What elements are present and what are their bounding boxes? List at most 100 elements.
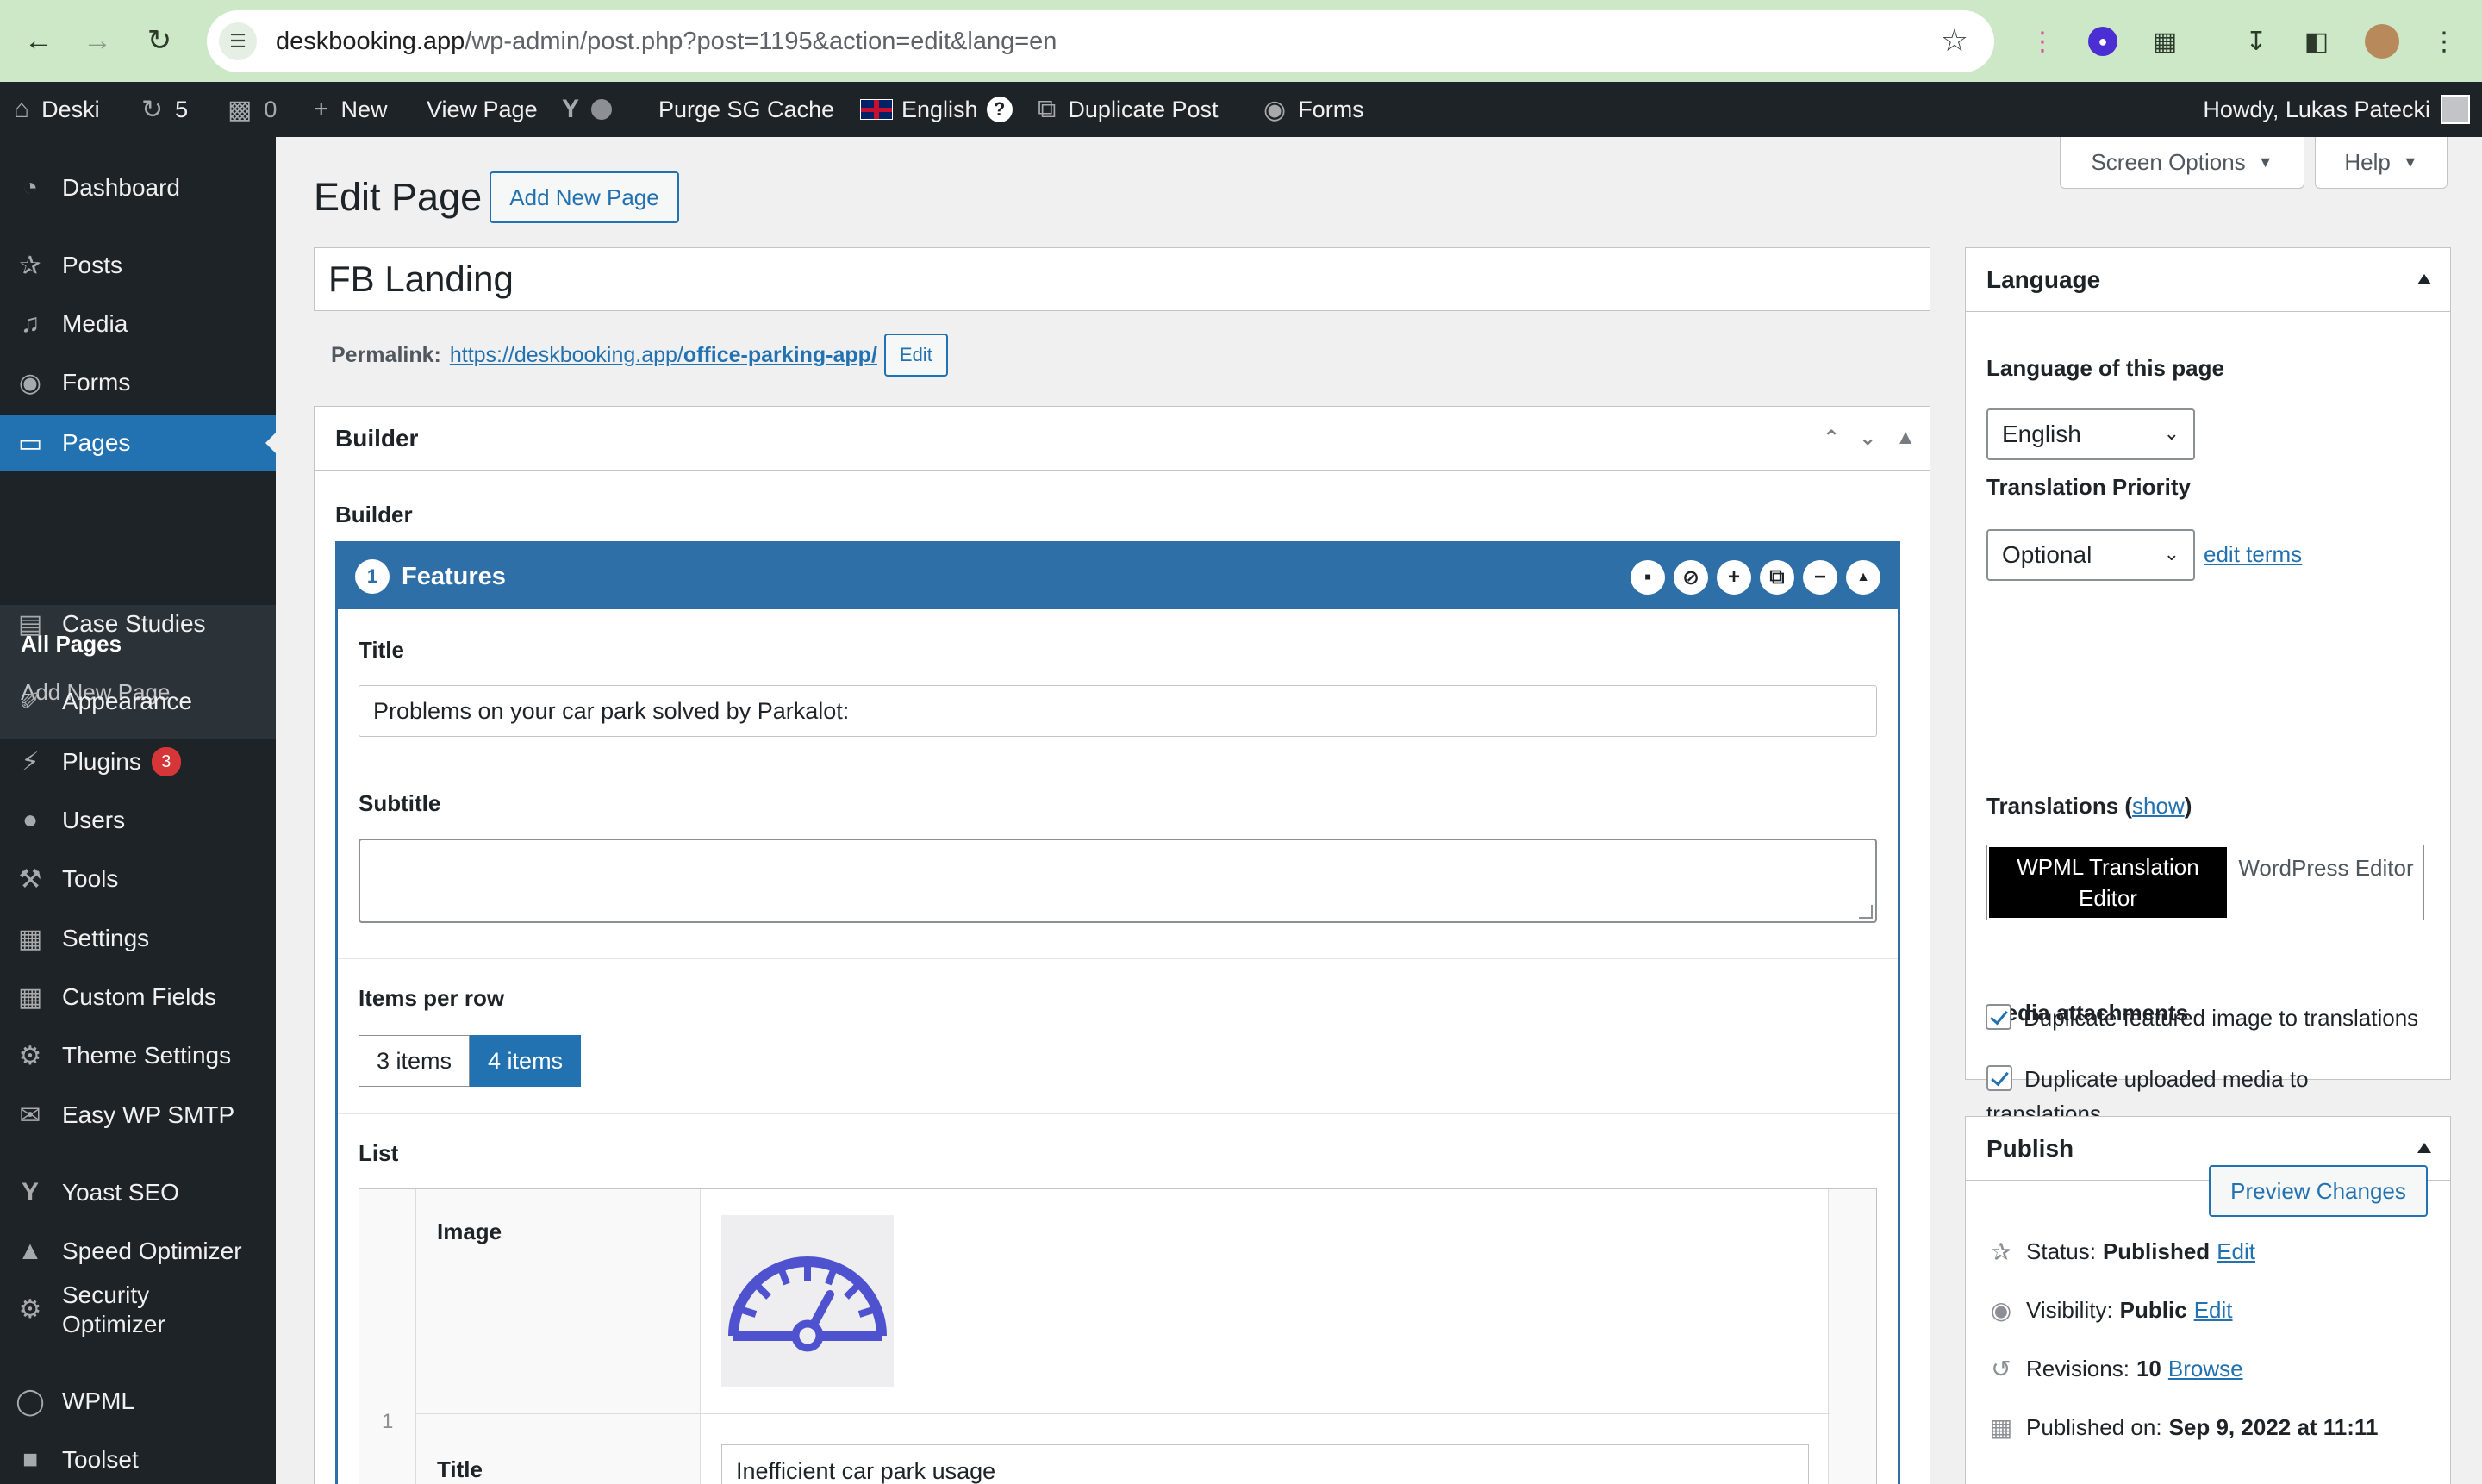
- sidebar-item-appearance[interactable]: ✐ Appearance: [0, 673, 276, 730]
- sidebar-item-plugins[interactable]: ⚡ Plugins 3: [0, 733, 276, 790]
- sidebar-item-settings[interactable]: ▦ Settings: [0, 910, 276, 967]
- case-studies-icon: ▤: [17, 609, 43, 639]
- browse-revisions-link[interactable]: Browse: [2168, 1356, 2243, 1382]
- browser-menu-icon[interactable]: ⋮: [2425, 22, 2463, 60]
- site-info-icon[interactable]: ☰: [219, 22, 257, 60]
- profile-avatar-icon[interactable]: [2365, 24, 2399, 59]
- flexible-layout-features: 1 Features ▪ ⊘ + ⧉ − ▲ Title Problems on…: [335, 541, 1900, 1484]
- forms-icon: ◉: [18, 368, 42, 397]
- duplicate-layout-icon[interactable]: ⧉: [1760, 560, 1794, 595]
- move-down-icon[interactable]: ⌄: [1859, 426, 1876, 451]
- option-4-items[interactable]: 4 items: [470, 1035, 582, 1087]
- forward-icon[interactable]: →: [76, 19, 119, 62]
- sidebar-item-forms[interactable]: ◉ Forms: [0, 354, 276, 411]
- tab-wpml-translation-editor[interactable]: WPML Translation Editor: [1989, 847, 2227, 918]
- forms-adminbar-link[interactable]: ◉ Forms: [1263, 82, 1364, 137]
- edit-terms-link[interactable]: edit terms: [2204, 541, 2302, 568]
- sidebar-item-wpml[interactable]: ◯ WPML: [0, 1373, 276, 1430]
- extensions-puzzle-icon[interactable]: ▦: [2146, 22, 2184, 60]
- extension-dots-icon[interactable]: ⋮: [2024, 22, 2061, 60]
- sidebar-item-case-studies[interactable]: ▤ Case Studies: [0, 595, 276, 652]
- sidebar-item-yoast-seo[interactable]: Y Yoast SEO: [0, 1164, 276, 1221]
- row-actions[interactable]: [1828, 1189, 1876, 1484]
- seo-score-dot-icon: [591, 99, 613, 120]
- wp-admin-bar: ⌂ Deski ↻ 5 ▩ 0 + New View Page Y Purge SG C…: [0, 82, 2482, 137]
- page-language-select[interactable]: English ⌄: [1986, 408, 2195, 460]
- page-title: Edit Page: [314, 175, 483, 219]
- sidebar-item-media[interactable]: ♫ Media: [0, 296, 276, 352]
- sidebar-item-easy-wp-smtp[interactable]: ✉ Easy WP SMTP: [0, 1087, 276, 1144]
- title-input[interactable]: Problems on your car park solved by Park…: [359, 685, 1877, 737]
- sidebar-item-toolset[interactable]: ■ Toolset: [0, 1431, 276, 1484]
- duplicate-media-checkbox[interactable]: [1986, 1065, 2012, 1091]
- layout-order-number: 1: [355, 559, 390, 594]
- visibility-edit-link[interactable]: Edit: [2194, 1297, 2233, 1324]
- sidebar-item-dashboard[interactable]: ◔ Dashboard: [0, 159, 276, 216]
- uk-flag-icon: [860, 99, 893, 120]
- forms-icon: ◉: [1263, 95, 1287, 124]
- sidebar-item-theme-settings[interactable]: ⚙ Theme Settings: [0, 1027, 276, 1084]
- extension-purple-icon[interactable]: ●: [2088, 27, 2117, 56]
- subtitle-textarea[interactable]: [359, 839, 1877, 923]
- hide-eye-icon[interactable]: ⊘: [1674, 560, 1708, 595]
- language-metabox-header[interactable]: Language: [1966, 248, 2450, 312]
- site-name-link[interactable]: ⌂ Deski: [14, 82, 100, 137]
- layout-header[interactable]: 1 Features ▪ ⊘ + ⧉ − ▲: [338, 544, 1898, 609]
- image-preview[interactable]: [721, 1215, 894, 1387]
- collapse-toggle-icon[interactable]: ▲: [1895, 426, 1916, 451]
- updates-link[interactable]: ↻ 5: [141, 82, 188, 137]
- list-repeater: 1 Inefficient car park usage Image Title: [359, 1188, 1877, 1484]
- comment-icon: ▩: [228, 95, 253, 124]
- permalink-link[interactable]: https://deskbooking.app/office-parking-a…: [450, 343, 877, 368]
- yoast-adminbar-link[interactable]: Y: [562, 82, 613, 137]
- visibility-row: ◉ Visibility: Public Edit: [1986, 1296, 2233, 1325]
- translation-priority-select[interactable]: Optional ⌄: [1986, 529, 2195, 581]
- reload-icon[interactable]: ↻: [138, 19, 181, 62]
- sidebar-item-posts[interactable]: ✰ Posts: [0, 237, 276, 294]
- screen-options-toggle[interactable]: Screen Options ▼: [2060, 137, 2304, 189]
- collapse-layout-icon[interactable]: ▲: [1846, 560, 1880, 595]
- post-title-input[interactable]: FB Landing: [314, 247, 1930, 311]
- view-page-link[interactable]: View Page: [427, 82, 538, 137]
- new-content-link[interactable]: + New: [314, 82, 388, 137]
- download-icon[interactable]: ↧: [2237, 22, 2275, 60]
- purge-cache-link[interactable]: Purge SG Cache: [658, 82, 834, 137]
- language-switcher[interactable]: English?: [860, 82, 1013, 137]
- duplicate-featured-checkbox-row[interactable]: Duplicate featured image to translations: [1986, 1001, 2425, 1035]
- sidebar-item-security-optimizer[interactable]: ⚙ Security Optimizer: [0, 1271, 276, 1349]
- move-up-icon[interactable]: ⌃: [1823, 426, 1840, 451]
- preview-changes-button[interactable]: Preview Changes: [2209, 1165, 2428, 1217]
- option-3-items[interactable]: 3 items: [359, 1035, 471, 1087]
- layout-name: Features: [402, 562, 506, 590]
- side-panel-icon[interactable]: ◧: [2298, 22, 2335, 60]
- status-edit-link[interactable]: Edit: [2217, 1238, 2255, 1265]
- main-content: Screen Options ▼ Help ▼ Edit Page Add New …: [276, 137, 2482, 1484]
- show-translations-link[interactable]: show: [2132, 793, 2185, 819]
- wpml-icon: ◯: [16, 1387, 45, 1416]
- sidebar-item-tools[interactable]: ⚒ Tools: [0, 851, 276, 907]
- gear-icon: ⚙: [18, 1041, 42, 1070]
- remove-layout-icon[interactable]: −: [1803, 560, 1837, 595]
- help-toggle[interactable]: Help ▼: [2315, 137, 2448, 189]
- folder-icon[interactable]: ▪: [1631, 560, 1665, 595]
- add-layout-icon[interactable]: +: [1717, 560, 1751, 595]
- add-new-page-button[interactable]: Add New Page: [490, 171, 679, 223]
- field-subtitle: Subtitle: [338, 764, 1898, 959]
- row-drag-handle[interactable]: 1: [359, 1189, 416, 1484]
- bookmark-star-icon[interactable]: ☆: [1941, 22, 1968, 59]
- duplicate-post-link[interactable]: ⧉ Duplicate Post: [1038, 82, 1219, 137]
- sidebar-item-users[interactable]: ● Users: [0, 792, 276, 849]
- permalink-edit-button[interactable]: Edit: [883, 334, 948, 377]
- back-icon[interactable]: ←: [17, 19, 60, 62]
- tab-wordpress-editor[interactable]: WordPress Editor: [2229, 845, 2423, 920]
- sidebar-item-custom-fields[interactable]: ▦ Custom Fields: [0, 969, 276, 1026]
- collapse-toggle-icon[interactable]: [2417, 1143, 2431, 1153]
- address-bar[interactable]: ☰ deskbooking.app/wp-admin/post.php?post…: [207, 10, 1994, 72]
- my-account-link[interactable]: Howdy, Lukas Patecki: [2203, 82, 2470, 137]
- comments-link[interactable]: ▩ 0: [228, 82, 277, 137]
- chevron-down-icon: ⌄: [2163, 422, 2180, 444]
- list-item-title-input[interactable]: Inefficient car park usage: [721, 1444, 1809, 1484]
- collapse-toggle-icon[interactable]: [2417, 274, 2431, 284]
- sidebar-item-pages[interactable]: ▭ Pages: [0, 415, 276, 471]
- duplicate-featured-checkbox[interactable]: [1986, 1004, 2011, 1030]
